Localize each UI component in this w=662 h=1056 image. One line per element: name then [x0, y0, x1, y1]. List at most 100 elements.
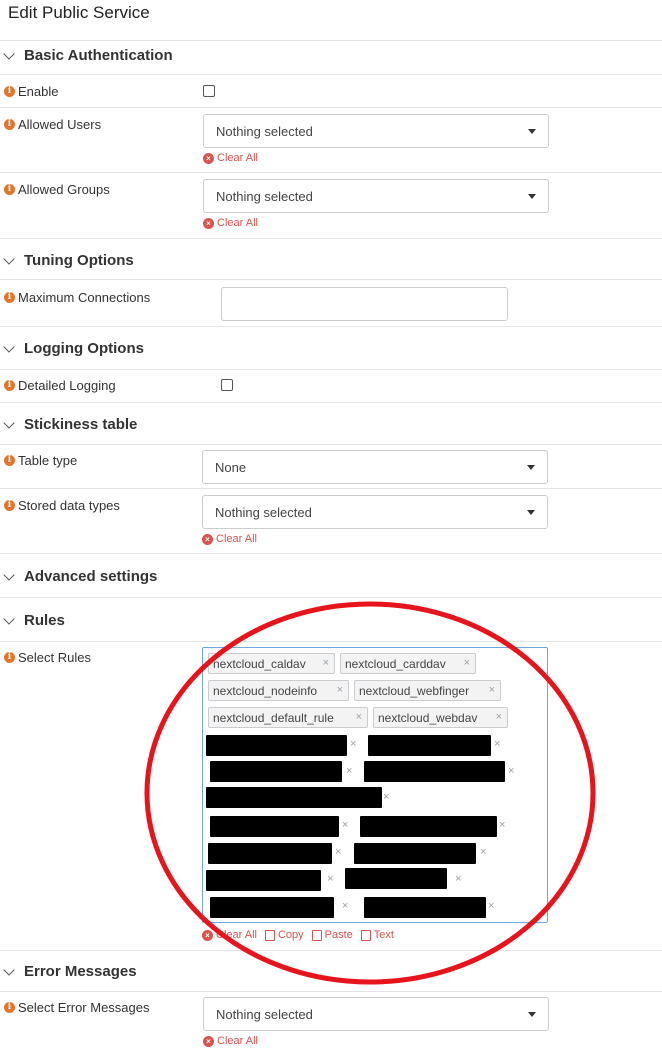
copy-icon: [264, 929, 275, 941]
info-icon[interactable]: i: [4, 118, 15, 130]
chevron-down-icon: [3, 964, 15, 976]
remove-tag-icon[interactable]: ×: [488, 900, 494, 912]
error-messages-clear-all[interactable]: × Clear All: [203, 1034, 258, 1048]
redacted-rule-tag: [364, 897, 486, 918]
section-title: Rules: [24, 612, 65, 629]
remove-tag-icon[interactable]: ×: [323, 657, 329, 669]
divider: [0, 444, 662, 445]
redacted-rule-tag: [345, 868, 447, 889]
remove-tag-icon[interactable]: ×: [496, 711, 502, 723]
remove-tag-icon[interactable]: ×: [508, 765, 514, 777]
redacted-rule-tag: [368, 735, 491, 756]
remove-tag-icon[interactable]: ×: [383, 791, 389, 803]
rules-copy[interactable]: Copy: [264, 929, 304, 941]
caret-down-icon: [527, 510, 535, 515]
chevron-down-icon: [3, 341, 15, 353]
rules-clear-all[interactable]: × Clear All: [202, 929, 257, 941]
remove-tag-icon[interactable]: ×: [464, 657, 470, 669]
divider: [0, 74, 662, 75]
caret-down-icon: [528, 194, 536, 199]
section-title: Error Messages: [24, 963, 137, 980]
rule-tag[interactable]: nextcloud_webdav ×: [373, 707, 508, 728]
info-icon[interactable]: i: [4, 183, 15, 195]
divider: [0, 597, 662, 598]
divider: [0, 238, 662, 239]
info-icon[interactable]: i: [4, 85, 15, 97]
allowed-users-clear-all[interactable]: × Clear All: [203, 151, 258, 165]
section-advanced-settings[interactable]: Advanced settings: [0, 562, 662, 594]
remove-tag-icon[interactable]: ×: [335, 846, 341, 858]
remove-tag-icon[interactable]: ×: [455, 873, 461, 885]
allowed-users-label: i Allowed Users: [4, 115, 101, 133]
divider: [0, 950, 662, 951]
remove-tag-icon[interactable]: ×: [337, 684, 343, 696]
redacted-rule-tag: [360, 816, 497, 837]
rule-tag[interactable]: nextcloud_caldav ×: [208, 653, 335, 674]
allowed-groups-select[interactable]: Nothing selected: [203, 179, 549, 213]
section-error-messages[interactable]: Error Messages: [0, 957, 662, 989]
x-circle-icon: ×: [203, 152, 214, 164]
info-icon[interactable]: i: [4, 454, 15, 466]
chevron-down-icon: [3, 613, 15, 625]
section-rules[interactable]: Rules: [0, 606, 662, 638]
chevron-down-icon: [3, 417, 15, 429]
section-logging-options[interactable]: Logging Options: [0, 334, 662, 366]
divider: [0, 402, 662, 403]
redacted-rule-tag: [206, 787, 382, 808]
select-error-messages-label: i Select Error Messages: [4, 998, 150, 1016]
allowed-users-select[interactable]: Nothing selected: [203, 114, 549, 148]
remove-tag-icon[interactable]: ×: [494, 738, 500, 750]
info-icon[interactable]: i: [4, 651, 15, 663]
info-icon[interactable]: i: [4, 499, 15, 511]
info-icon[interactable]: i: [4, 1001, 15, 1013]
remove-tag-icon[interactable]: ×: [346, 765, 352, 777]
table-type-select[interactable]: None: [202, 450, 548, 484]
divider: [0, 172, 662, 173]
stored-data-types-select[interactable]: Nothing selected: [202, 495, 548, 529]
caret-down-icon: [528, 129, 536, 134]
remove-tag-icon[interactable]: ×: [356, 711, 362, 723]
caret-down-icon: [528, 1012, 536, 1017]
enable-checkbox[interactable]: [203, 85, 215, 97]
select-rules-label: i Select Rules: [4, 648, 91, 666]
select-error-messages-select[interactable]: Nothing selected: [203, 997, 549, 1031]
rule-tag[interactable]: nextcloud_default_rule ×: [208, 707, 368, 728]
stored-data-types-clear-all[interactable]: × Clear All: [202, 532, 257, 546]
section-title: Advanced settings: [24, 568, 158, 585]
redacted-rule-tag: [364, 761, 505, 782]
page-title: Edit Public Service: [8, 3, 150, 22]
rule-tag[interactable]: nextcloud_carddav ×: [340, 653, 476, 674]
remove-tag-icon[interactable]: ×: [327, 873, 333, 885]
remove-tag-icon[interactable]: ×: [499, 819, 505, 831]
remove-tag-icon[interactable]: ×: [489, 684, 495, 696]
rule-tag[interactable]: nextcloud_webfinger ×: [354, 680, 501, 701]
remove-tag-icon[interactable]: ×: [342, 900, 348, 912]
divider: [0, 279, 662, 280]
allowed-groups-clear-all[interactable]: × Clear All: [203, 216, 258, 230]
section-tuning-options[interactable]: Tuning Options: [0, 246, 662, 278]
stored-data-types-label: i Stored data types: [4, 496, 120, 514]
rules-paste[interactable]: Paste: [311, 929, 353, 941]
info-icon[interactable]: i: [4, 379, 15, 391]
detailed-logging-checkbox[interactable]: [221, 379, 233, 391]
info-icon[interactable]: i: [4, 291, 15, 303]
section-basic-authentication[interactable]: Basic Authentication: [0, 41, 662, 73]
remove-tag-icon[interactable]: ×: [350, 738, 356, 750]
remove-tag-icon[interactable]: ×: [480, 846, 486, 858]
remove-tag-icon[interactable]: ×: [342, 819, 348, 831]
allowed-groups-label: i Allowed Groups: [4, 180, 110, 198]
maximum-connections-input[interactable]: [221, 287, 508, 321]
divider: [0, 991, 662, 992]
section-stickiness-table[interactable]: Stickiness table: [0, 410, 662, 442]
redacted-rule-tag: [206, 870, 321, 891]
rules-toolbar: × Clear All Copy Paste Text: [202, 928, 402, 942]
table-type-label: i Table type: [4, 451, 77, 469]
x-circle-icon: ×: [203, 217, 214, 229]
redacted-rule-tag: [354, 843, 476, 864]
divider: [0, 641, 662, 642]
divider: [0, 107, 662, 108]
rules-text[interactable]: Text: [360, 929, 394, 941]
chevron-down-icon: [3, 48, 15, 60]
rule-tag[interactable]: nextcloud_nodeinfo ×: [208, 680, 349, 701]
redacted-rule-tag: [210, 897, 334, 918]
